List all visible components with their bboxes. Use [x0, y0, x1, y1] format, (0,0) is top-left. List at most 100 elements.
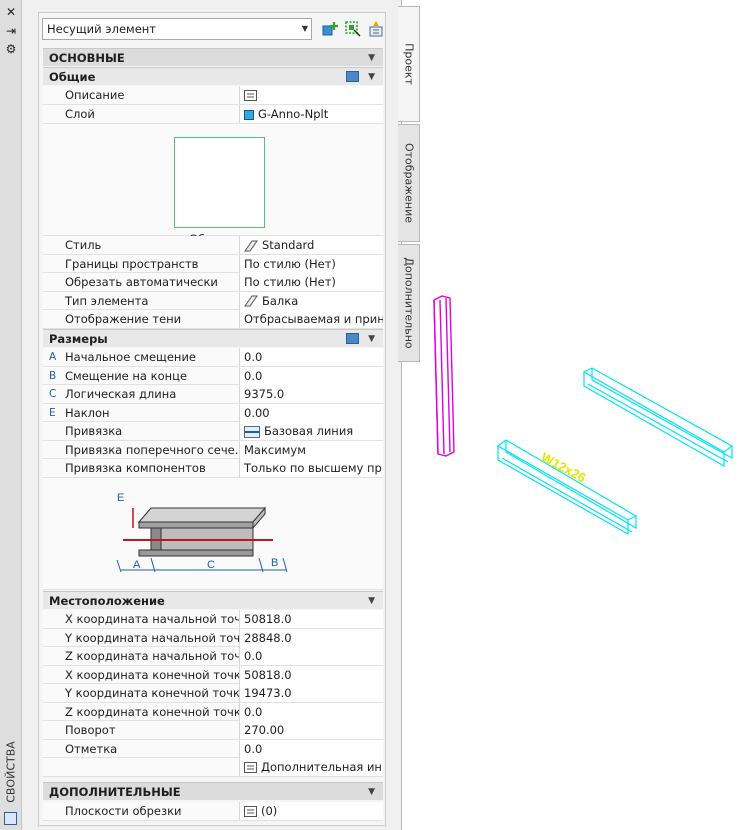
- property-row[interactable]: Y координата начальной точ... 28848.0: [43, 628, 383, 647]
- tab-display[interactable]: Отображение: [398, 124, 420, 242]
- property-label: Отображение тени: [65, 312, 182, 326]
- autohide-icon[interactable]: ⇥: [4, 24, 18, 38]
- property-value[interactable]: (0): [239, 802, 383, 820]
- property-value[interactable]: Балка: [239, 291, 383, 310]
- property-row[interactable]: E Наклон 0.00: [43, 403, 383, 422]
- property-row[interactable]: Y координата конечной точки 19473.0: [43, 684, 383, 703]
- property-value[interactable]: 50818.0: [239, 665, 383, 684]
- style-value: Standard: [262, 238, 315, 252]
- property-value[interactable]: Standard: [239, 236, 383, 254]
- tab-extended[interactable]: Дополнительно: [398, 244, 420, 362]
- property-value[interactable]: 0.0: [239, 348, 383, 366]
- property-label: Привязка поперечного сече...: [65, 442, 239, 457]
- property-row[interactable]: Отображение тени Отбрасываемая и прин...: [43, 310, 383, 329]
- property-value[interactable]: Дополнительная ин...: [239, 758, 383, 776]
- property-value[interactable]: Отбрасываемая и прин...: [239, 310, 383, 328]
- beam-right[interactable]: [582, 367, 734, 468]
- worksheet-icon: [244, 806, 257, 817]
- property-label: Отметка: [65, 741, 118, 756]
- property-row[interactable]: Z координата начальной точ... 0.0: [43, 647, 383, 666]
- drawing-canvas[interactable]: W12x26: [420, 0, 748, 830]
- beam-tag-label: W12x26: [539, 449, 589, 485]
- worksheet-icon: [244, 762, 257, 773]
- category-location[interactable]: Местоположение ▼: [43, 591, 383, 609]
- property-row[interactable]: Тип элемента Балка: [43, 291, 383, 310]
- property-value[interactable]: 19473.0: [239, 684, 383, 702]
- property-row[interactable]: Обрезать автоматически По стилю (Нет): [43, 273, 383, 292]
- property-label: Плоскости обрезки: [65, 804, 182, 818]
- property-value[interactable]: 0.0: [239, 739, 383, 758]
- property-row[interactable]: Привязка поперечного сече... Максимум: [43, 440, 383, 459]
- property-value[interactable]: 9375.0: [239, 385, 383, 403]
- property-label: Z координата конечной точки: [65, 704, 239, 719]
- property-value[interactable]: 0.0: [239, 647, 383, 665]
- property-label: Логическая длина: [65, 387, 177, 401]
- property-value[interactable]: 270.00: [239, 721, 383, 739]
- property-value[interactable]: [239, 86, 383, 104]
- category-dimensions[interactable]: Размеры ▼: [43, 329, 383, 347]
- property-value[interactable]: Только по высшему пр...: [239, 459, 383, 477]
- close-icon[interactable]: ✕: [4, 5, 18, 19]
- quick-properties-icon[interactable]: [4, 812, 17, 825]
- property-value[interactable]: G-Anno-Nplt: [239, 105, 383, 123]
- property-row[interactable]: Плоскости обрезки (0): [43, 802, 383, 821]
- settings-icon[interactable]: ⚙: [4, 42, 18, 56]
- property-value[interactable]: Базовая линия: [239, 422, 383, 440]
- clipping-planes-value: (0): [261, 804, 278, 818]
- property-label: Поворот: [65, 723, 116, 737]
- property-row[interactable]: Стиль Standard: [43, 236, 383, 255]
- quick-select-icon[interactable]: [367, 20, 385, 38]
- property-label: Тип элемента: [65, 293, 149, 308]
- category-basic[interactable]: ОСНОВНЫЕ ▼: [43, 48, 383, 66]
- property-row[interactable]: Дополнительная ин...: [43, 758, 383, 777]
- property-label: Y координата конечной точки: [65, 686, 239, 700]
- property-row[interactable]: Привязка компонентов Только по высшему п…: [43, 459, 383, 478]
- property-row[interactable]: Привязка Базовая линия: [43, 422, 383, 441]
- property-label: X координата начальной точ...: [65, 612, 239, 626]
- property-row[interactable]: Z координата конечной точки 0.0: [43, 702, 383, 721]
- category-general[interactable]: Общие ▼: [43, 67, 383, 85]
- property-row[interactable]: Слой G-Anno-Nplt: [43, 105, 383, 124]
- add-to-selection-icon[interactable]: [321, 20, 339, 38]
- object-type-select[interactable]: Несущий элемент ▼: [42, 18, 312, 40]
- style-preview[interactable]: [174, 137, 265, 228]
- tab-design[interactable]: Проект: [398, 6, 420, 122]
- property-row[interactable]: Границы пространств По стилю (Нет): [43, 254, 383, 273]
- properties-grid: Несущий элемент ▼ ОСНОВНЫЕ ▼ Общие ▼ Опи…: [38, 12, 386, 826]
- select-group-icon[interactable]: [346, 333, 359, 344]
- property-row[interactable]: B Смещение на конце 0.0: [43, 366, 383, 385]
- property-label: Стиль: [65, 238, 102, 252]
- property-row[interactable]: Отметка 0.0: [43, 739, 383, 758]
- collapse-icon: ▼: [368, 72, 375, 82]
- property-label: Начальное смещение: [65, 350, 196, 364]
- property-row[interactable]: Поворот 270.00: [43, 721, 383, 740]
- property-value[interactable]: По стилю (Нет): [239, 254, 383, 273]
- property-row[interactable]: A Начальное смещение 0.0: [43, 348, 383, 367]
- property-label: Z координата начальной точ...: [65, 649, 239, 663]
- property-value[interactable]: 0.0: [239, 366, 383, 385]
- dimension-key: B: [49, 369, 57, 382]
- dimension-key: C: [49, 388, 57, 400]
- property-row[interactable]: X координата конечной точки 50818.0: [43, 665, 383, 684]
- property-label: Привязка компонентов: [65, 461, 206, 475]
- property-value[interactable]: Максимум: [239, 440, 383, 459]
- property-label: Привязка: [65, 424, 123, 438]
- property-value[interactable]: По стилю (Нет): [239, 273, 383, 291]
- justify-value: Базовая линия: [264, 424, 354, 438]
- select-objects-icon[interactable]: [344, 20, 362, 38]
- beam-left[interactable]: [496, 439, 638, 536]
- text-editor-icon: [244, 90, 257, 101]
- property-row[interactable]: C Логическая длина 9375.0: [43, 385, 383, 404]
- property-value[interactable]: 0.00: [239, 403, 383, 422]
- property-value[interactable]: 28848.0: [239, 628, 383, 647]
- layer-value: G-Anno-Nplt: [258, 107, 329, 121]
- selected-beam[interactable]: [433, 295, 455, 457]
- select-group-icon[interactable]: [346, 71, 359, 82]
- category-general-label: Общие: [49, 70, 96, 84]
- property-row[interactable]: Описание: [43, 86, 383, 105]
- property-value[interactable]: 0.0: [239, 702, 383, 721]
- property-row[interactable]: X координата начальной точ... 50818.0: [43, 610, 383, 629]
- category-dimensions-label: Размеры: [49, 332, 108, 346]
- category-extra[interactable]: ДОПОЛНИТЕЛЬНЫЕ ▼: [43, 782, 383, 800]
- property-value[interactable]: 50818.0: [239, 610, 383, 628]
